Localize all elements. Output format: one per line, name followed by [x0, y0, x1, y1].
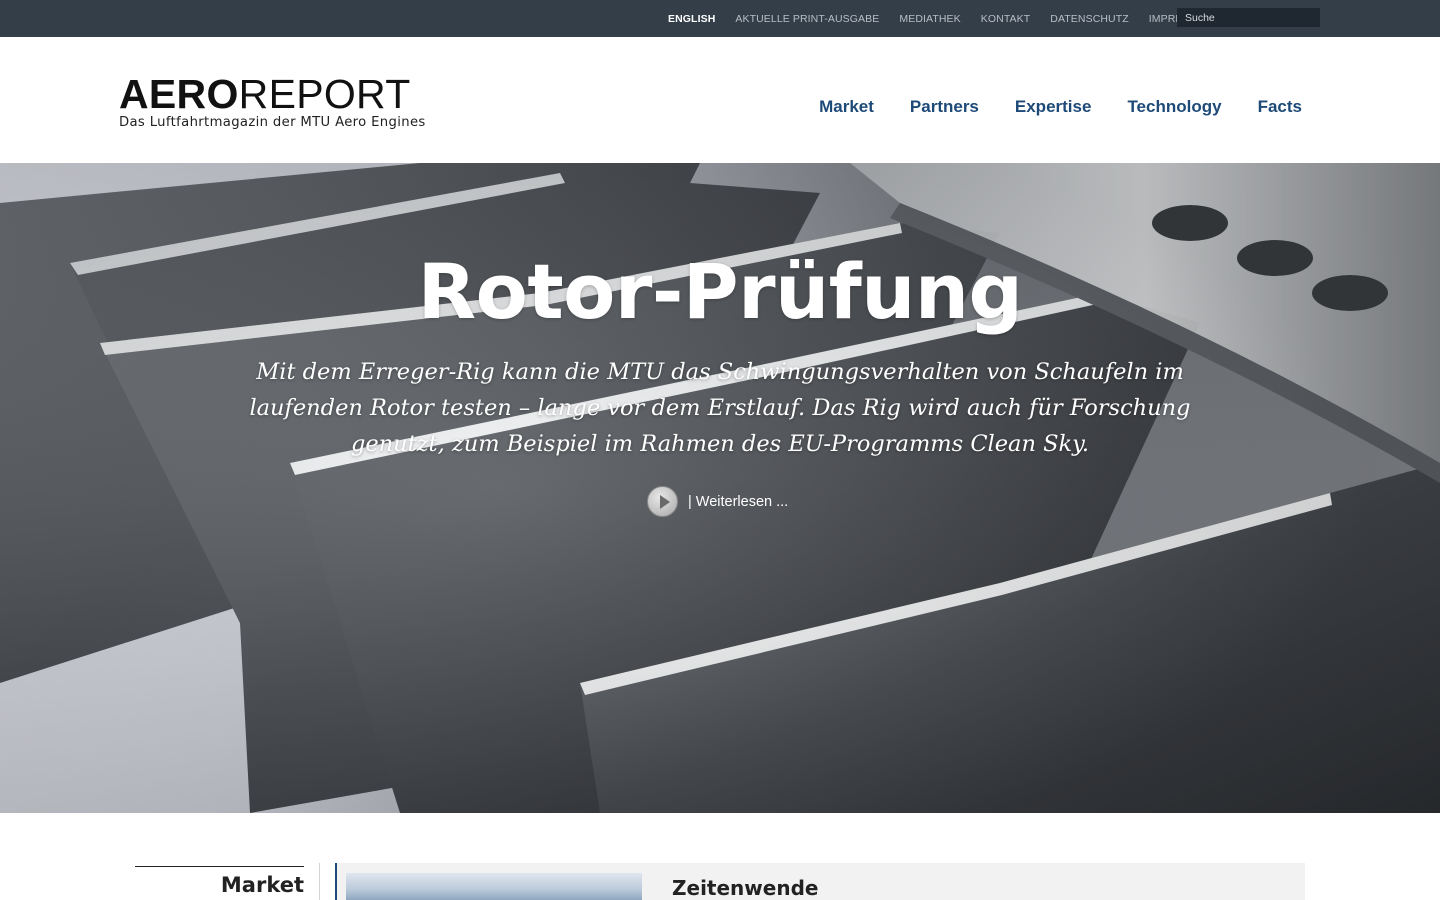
search-input[interactable]	[1177, 8, 1320, 27]
top-utility-bar: ENGLISH AKTUELLE PRINT-AUSGABE MEDIATHEK…	[0, 0, 1440, 37]
media-library-link[interactable]: MEDIATHEK	[899, 13, 960, 25]
print-edition-link[interactable]: AKTUELLE PRINT-AUSGABE	[735, 13, 879, 25]
hero-banner: Rotor-Prüfung Mit dem Erreger-Rig kann d…	[0, 163, 1440, 813]
utility-nav: ENGLISH AKTUELLE PRINT-AUSGABE MEDIATHEK…	[668, 0, 1213, 37]
logo-subtitle: Das Luftfahrtmagazin der MTU Aero Engine…	[119, 115, 426, 130]
logo-bold: AERO	[119, 71, 239, 117]
hero-teaser: Mit dem Erreger-Rig kann die MTU das Sch…	[249, 359, 1191, 457]
nav-item-market[interactable]: Market	[819, 97, 874, 117]
nav-item-partners[interactable]: Partners	[910, 97, 979, 117]
logo-wordmark: AEROREPORT	[119, 71, 426, 117]
hero-title: Rotor-Prüfung	[417, 247, 1023, 336]
site-header: AEROREPORT Das Luftfahrtmagazin der MTU …	[0, 37, 1440, 163]
nav-item-technology[interactable]: Technology	[1127, 97, 1221, 117]
section-label: Market	[135, 866, 304, 897]
article-title: Zeitenwende	[672, 876, 819, 900]
play-icon	[647, 486, 678, 517]
read-more-link[interactable]: | Weiterlesen ...	[647, 486, 788, 517]
article-card[interactable]: Zeitenwende	[337, 863, 1305, 900]
divider	[319, 863, 320, 900]
nav-item-expertise[interactable]: Expertise	[1015, 97, 1092, 117]
market-section: Market Zeitenwende	[0, 813, 1440, 900]
main-nav: Market Partners Expertise Technology Fac…	[819, 97, 1302, 117]
read-more-label: | Weiterlesen ...	[688, 493, 789, 510]
site-logo[interactable]: AEROREPORT Das Luftfahrtmagazin der MTU …	[119, 71, 426, 131]
logo-light: REPORT	[238, 71, 411, 117]
language-link-english[interactable]: ENGLISH	[668, 13, 715, 25]
nav-item-facts[interactable]: Facts	[1258, 97, 1302, 117]
contact-link[interactable]: KONTAKT	[981, 13, 1031, 25]
privacy-link[interactable]: DATENSCHUTZ	[1050, 13, 1129, 25]
article-thumbnail	[346, 873, 642, 900]
